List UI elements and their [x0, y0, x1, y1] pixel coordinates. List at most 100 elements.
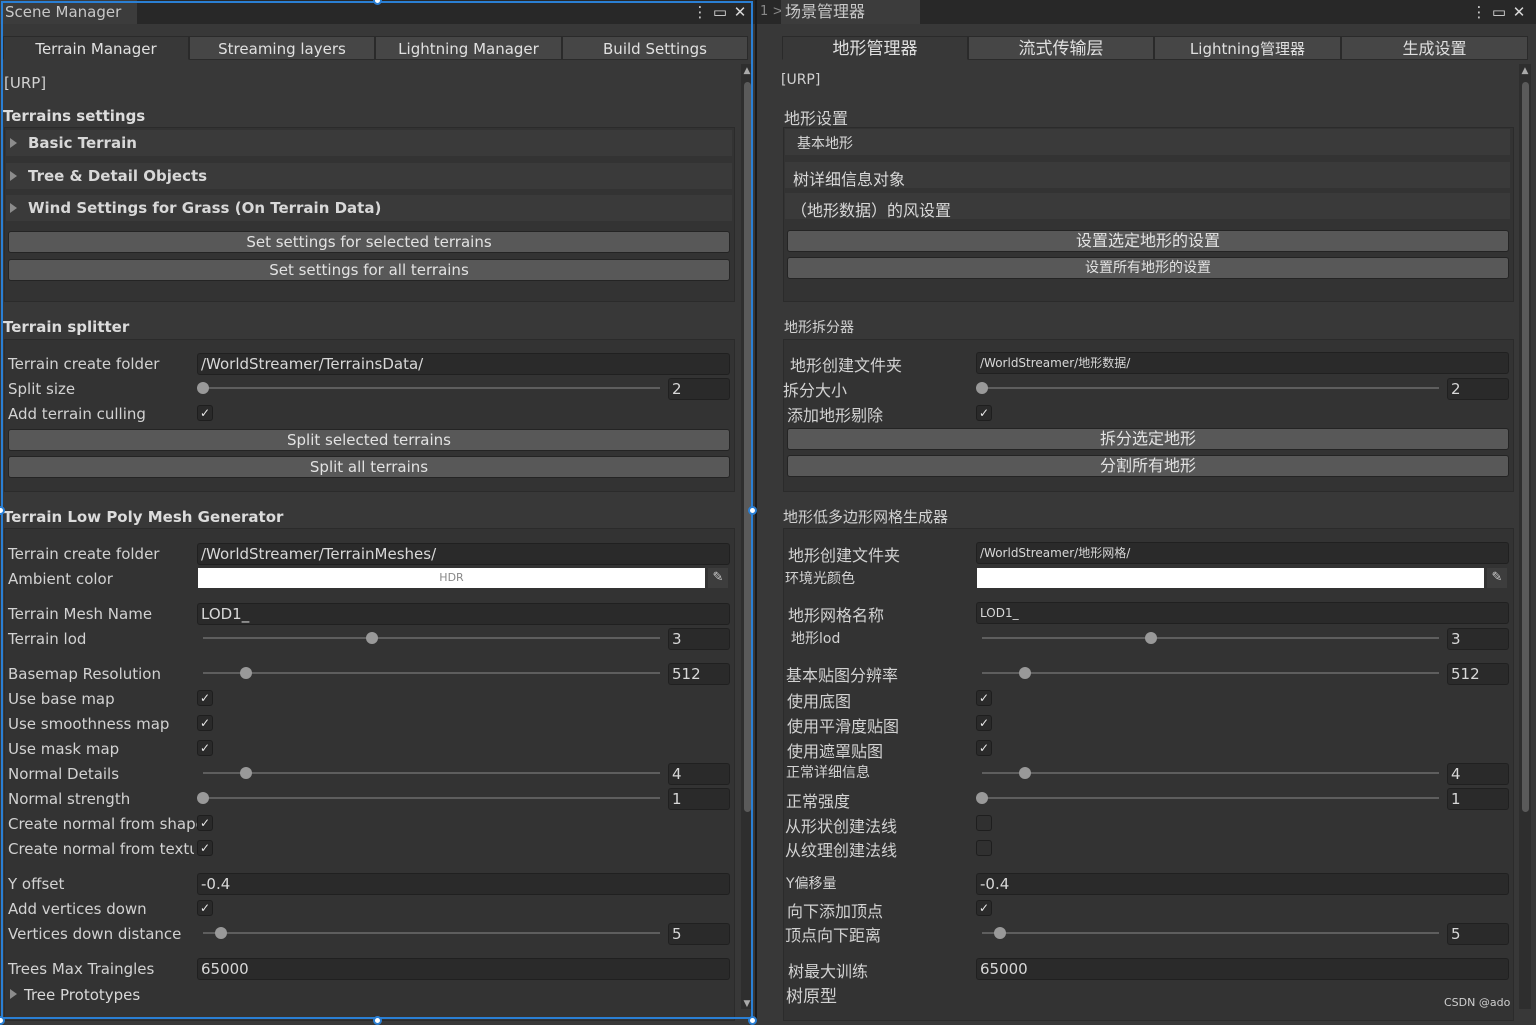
split-size-input[interactable]: 2	[668, 378, 730, 400]
mesh-folder-input[interactable]: /WorldStreamer/地形网格/	[976, 542, 1509, 564]
tab-lightning-manager[interactable]: Lightning Manager	[375, 36, 562, 60]
maximize-icon[interactable]: ▭	[1489, 0, 1509, 24]
normal-details-input[interactable]: 4	[1447, 763, 1509, 785]
normal-strength-slider-handle[interactable]	[197, 792, 209, 804]
normal-from-shape-checkbox[interactable]: ✓	[197, 815, 213, 831]
mesh-folder-input[interactable]: /WorldStreamer/TerrainMeshes/	[197, 543, 730, 565]
vertices-distance-slider-handle[interactable]	[215, 927, 227, 939]
window-tab-title[interactable]: 场景管理器	[781, 0, 920, 24]
terrain-lod-input[interactable]: 3	[1447, 628, 1509, 650]
normal-strength-input[interactable]: 1	[668, 788, 730, 810]
basemap-slider-handle[interactable]	[240, 667, 252, 679]
mesh-name-input[interactable]: LOD1_	[197, 603, 730, 625]
terrain-culling-checkbox[interactable]: ✓	[976, 405, 992, 421]
set-selected-terrains-button[interactable]: Set settings for selected terrains	[8, 231, 730, 253]
vertices-distance-slider-handle[interactable]	[994, 927, 1006, 939]
normal-details-slider-handle[interactable]	[240, 767, 252, 779]
split-selected-button[interactable]: 拆分选定地形	[787, 428, 1509, 450]
scroll-down-icon[interactable]: ▼	[741, 999, 753, 1009]
vertices-distance-slider-track[interactable]	[982, 932, 1439, 934]
set-all-terrains-button[interactable]: 设置所有地形的设置	[787, 257, 1509, 279]
scroll-up-icon[interactable]: ▲	[1519, 66, 1531, 76]
vertical-scrollbar[interactable]: ▲ ▼	[741, 64, 753, 1009]
vertices-distance-slider-track[interactable]	[203, 932, 660, 934]
split-size-slider-handle[interactable]	[197, 382, 209, 394]
foldout-basic-terrain[interactable]: 基本地形	[785, 129, 1510, 155]
normal-strength-slider-track[interactable]	[982, 797, 1439, 799]
trees-max-input[interactable]: 65000	[976, 958, 1509, 980]
terrain-lod-slider-handle[interactable]	[366, 632, 378, 644]
split-all-button[interactable]: 分割所有地形	[787, 455, 1509, 477]
normal-details-slider-handle[interactable]	[1019, 767, 1031, 779]
terrain-lod-input[interactable]: 3	[668, 628, 730, 650]
tree-prototypes-label[interactable]: 树原型	[786, 982, 837, 1007]
scroll-up-icon[interactable]: ▲	[741, 66, 753, 76]
tab-streaming-layers[interactable]: 流式传输层	[968, 36, 1154, 60]
foldout-tree-detail[interactable]: Tree & Detail Objects	[6, 163, 732, 189]
vertices-distance-input[interactable]: 5	[668, 923, 730, 945]
trees-max-input[interactable]: 65000	[197, 958, 730, 980]
use-mask-map-checkbox[interactable]: ✓	[976, 740, 992, 756]
split-all-button[interactable]: Split all terrains	[8, 456, 730, 478]
window-tab-title[interactable]: Scene Manager	[0, 0, 137, 24]
vertical-scrollbar[interactable]: ▲	[1519, 64, 1531, 1009]
more-options-icon[interactable]: ⋮	[690, 0, 710, 24]
normal-details-slider-track[interactable]	[203, 772, 660, 774]
tab-streaming-layers[interactable]: Streaming layers	[189, 36, 375, 60]
tab-terrain-manager[interactable]: Terrain Manager	[3, 36, 189, 60]
split-size-slider-handle[interactable]	[976, 382, 988, 394]
split-size-slider-track[interactable]	[982, 387, 1439, 389]
basemap-slider-handle[interactable]	[1019, 667, 1031, 679]
terrain-lod-slider-handle[interactable]	[1145, 632, 1157, 644]
y-offset-input[interactable]: -0.4	[976, 873, 1509, 895]
vertices-distance-input[interactable]: 5	[1447, 923, 1509, 945]
foldout-basic-terrain[interactable]: Basic Terrain	[6, 130, 732, 156]
tab-build-settings[interactable]: Build Settings	[562, 36, 748, 60]
scrollbar-thumb[interactable]	[744, 82, 751, 812]
use-mask-map-checkbox[interactable]: ✓	[197, 740, 213, 756]
ambient-color-swatch[interactable]: HDR	[198, 568, 705, 588]
basemap-input[interactable]: 512	[1447, 663, 1509, 685]
normal-strength-slider-track[interactable]	[203, 797, 660, 799]
normal-from-texture-checkbox[interactable]	[976, 840, 992, 856]
folder-input[interactable]: /WorldStreamer/TerrainsData/	[197, 353, 730, 375]
scrollbar-thumb[interactable]	[1522, 82, 1529, 812]
close-icon[interactable]: ✕	[1509, 0, 1529, 24]
split-size-input[interactable]: 2	[1447, 378, 1509, 400]
y-offset-input[interactable]: -0.4	[197, 873, 730, 895]
foldout-tree-detail[interactable]: 树详细信息对象	[785, 162, 1510, 189]
set-selected-terrains-button[interactable]: 设置选定地形的设置	[787, 230, 1509, 252]
terrain-culling-checkbox[interactable]: ✓	[197, 405, 213, 421]
basemap-slider-track[interactable]	[203, 672, 660, 674]
split-size-slider-track[interactable]	[203, 387, 660, 389]
terrain-lod-slider-track[interactable]	[982, 637, 1439, 639]
basemap-slider-track[interactable]	[982, 672, 1439, 674]
eyedropper-icon[interactable]: ✎	[1487, 568, 1507, 588]
use-base-map-checkbox[interactable]: ✓	[976, 690, 992, 706]
normal-from-texture-checkbox[interactable]: ✓	[197, 840, 213, 856]
add-vertices-checkbox[interactable]: ✓	[976, 900, 992, 916]
ambient-color-swatch[interactable]	[977, 568, 1484, 588]
tab-lightning-manager[interactable]: Lightning管理器	[1154, 36, 1341, 60]
basemap-input[interactable]: 512	[668, 663, 730, 685]
folder-input[interactable]: /WorldStreamer/地形数据/	[976, 352, 1509, 374]
add-vertices-checkbox[interactable]: ✓	[197, 900, 213, 916]
split-selected-button[interactable]: Split selected terrains	[8, 429, 730, 451]
mesh-name-input[interactable]: LOD1_	[976, 602, 1509, 624]
normal-details-slider-track[interactable]	[982, 772, 1439, 774]
foldout-wind-settings[interactable]: （地形数据）的风设置	[785, 193, 1510, 220]
tab-terrain-manager[interactable]: 地形管理器	[782, 36, 968, 60]
normal-details-input[interactable]: 4	[668, 763, 730, 785]
normal-from-shape-checkbox[interactable]	[976, 815, 992, 831]
foldout-tree-prototypes[interactable]: Tree Prototypes	[6, 982, 306, 1008]
foldout-wind-settings[interactable]: Wind Settings for Grass (On Terrain Data…	[6, 195, 732, 221]
set-all-terrains-button[interactable]: Set settings for all terrains	[8, 259, 730, 281]
tab-build-settings[interactable]: 生成设置	[1341, 36, 1528, 60]
more-options-icon[interactable]: ⋮	[1469, 0, 1489, 24]
maximize-icon[interactable]: ▭	[710, 0, 730, 24]
terrain-lod-slider-track[interactable]	[203, 637, 660, 639]
normal-strength-input[interactable]: 1	[1447, 788, 1509, 810]
use-smoothness-checkbox[interactable]: ✓	[976, 715, 992, 731]
normal-strength-slider-handle[interactable]	[976, 792, 988, 804]
use-smoothness-checkbox[interactable]: ✓	[197, 715, 213, 731]
